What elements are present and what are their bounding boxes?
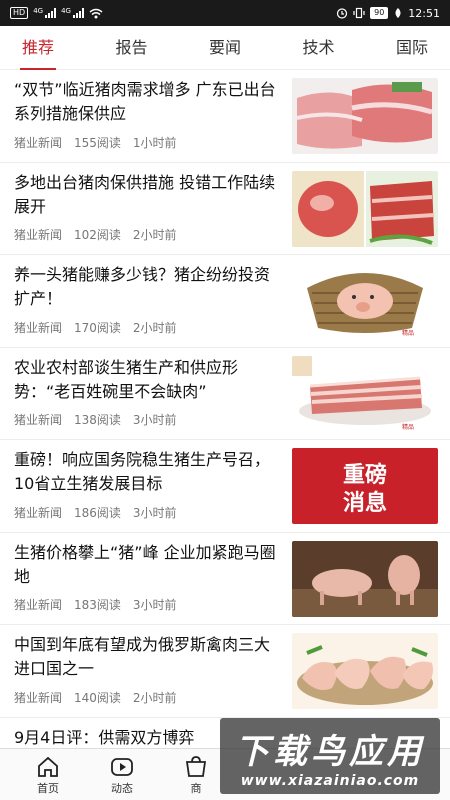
status-bar: HD 4G 4G 90 12:51 — [0, 0, 450, 26]
nav-home[interactable]: 首页 — [26, 754, 70, 796]
news-time: 2小时前 — [132, 228, 177, 242]
news-reads: 102阅读 — [74, 228, 121, 242]
vibrate-icon — [353, 7, 365, 19]
battery-level: 90 — [370, 7, 389, 19]
watermark-main: 下载鸟应用 — [235, 731, 425, 772]
shop-icon — [185, 755, 207, 777]
news-time: 3小时前 — [132, 505, 177, 520]
tab-technology[interactable]: 技术 — [302, 26, 334, 70]
news-thumbnail-pork-slabs — [292, 78, 438, 154]
alarm-icon — [337, 8, 348, 19]
news-title: 中国到年底有望成为俄罗斯禽肉三大进口国之一 — [14, 635, 271, 678]
nav-shop[interactable]: 商 — [174, 754, 218, 796]
news-source: 猪业新闻 — [14, 320, 63, 335]
news-reads: 183阅读 — [74, 598, 121, 612]
nav-home-label: 首页 — [37, 781, 59, 795]
news-reads: 155阅读 — [74, 135, 121, 150]
news-item[interactable]: 中国到年底有望成为俄罗斯禽肉三大进口国之一 猪业新闻 140阅读 2小时前 — [0, 625, 450, 718]
svg-text:精品: 精品 — [402, 423, 414, 431]
nav-shop-label: 商 — [190, 781, 202, 795]
news-item[interactable]: “双节”临近猪肉需求增多 广东已出台系列措施保供应 猪业新闻 155阅读 1小时前 — [0, 70, 450, 163]
nav-dynamics-label: 动态 — [111, 781, 133, 795]
news-reads: 138阅读 — [74, 413, 121, 427]
news-source: 猪业新闻 — [14, 505, 63, 520]
news-item[interactable]: 养一头猪能赚多少钱？猪企纷纷投资扩产！ 猪业新闻 170阅读 2小时前 精品 — [0, 255, 450, 348]
svg-text:精品: 精品 — [402, 329, 414, 337]
svg-text:重磅: 重磅 — [343, 462, 387, 488]
signal-icon — [45, 8, 57, 18]
news-time: 2小时前 — [132, 320, 177, 335]
news-thumbnail-pork-cuts — [292, 170, 438, 247]
news-item[interactable]: 生猪价格攀上“猪”峰 企业加紧跑马圈地 猪业新闻 183阅读 3小时前 — [0, 533, 450, 625]
tab-reports[interactable]: 报告 — [115, 26, 147, 70]
clock: 12:51 — [408, 6, 440, 20]
news-time: 3小时前 — [132, 413, 177, 427]
news-thumbnail-pork-belly: 精品 — [292, 355, 438, 432]
news-source: 猪业新闻 — [14, 135, 63, 150]
svg-text:消息: 消息 — [343, 490, 387, 516]
news-feed: “双节”临近猪肉需求增多 广东已出台系列措施保供应 猪业新闻 155阅读 1小时前 … — [0, 70, 450, 748]
tab-international[interactable]: 国际 — [396, 26, 428, 70]
news-title: 养一头猪能赚多少钱？猪企纷纷投资扩产！ — [14, 265, 271, 308]
news-source: 猪业新闻 — [14, 690, 63, 705]
news-thumbnail-pigs-field — [292, 540, 438, 617]
signal-icon-2 — [72, 8, 84, 18]
category-tabs: 推荐 报告 要闻 技术 国际 — [0, 26, 450, 70]
tab-recommend[interactable]: 推荐 — [19, 26, 57, 70]
news-item[interactable]: 农业农村部谈生猪生产和供应形势：“老百姓碗里不会缺肉” 猪业新闻 138阅读 3小时… — [0, 348, 450, 440]
news-item[interactable]: 多地出台猪肉保供措施 投错工作陆续展开 猪业新闻 102阅读 2小时前 — [0, 163, 450, 255]
news-thumbnail-breaking-news: 重磅 消息 — [292, 448, 438, 524]
news-source: 猪业新闻 — [14, 598, 63, 612]
news-source: 猪业新闻 — [14, 228, 63, 242]
news-item[interactable]: 重磅！响应国务院稳生猪生产号召，10省立生猪发展目标 猪业新闻 186阅读 3小时前… — [0, 440, 450, 533]
news-reads: 140阅读 — [74, 690, 121, 705]
wifi-icon — [89, 8, 103, 18]
home-icon — [38, 756, 58, 777]
news-thumbnail-chicken-legs — [292, 633, 438, 709]
watermark-overlay: 下载鸟应用 www.xiazainiao.com — [220, 718, 440, 794]
news-title: 生猪价格攀上“猪”峰 企业加紧跑马圈地 — [14, 542, 276, 586]
leaf-icon — [395, 8, 401, 18]
nav-dynamics[interactable]: 动态 — [100, 754, 144, 796]
news-title: 重磅！响应国务院稳生猪生产号召，10省立生猪发展目标 — [14, 450, 271, 493]
watermark-url: www.xiazainiao.com — [240, 772, 420, 789]
news-reads: 186阅读 — [74, 505, 121, 520]
news-reads: 170阅读 — [74, 320, 121, 335]
network-type-1: 4G — [33, 7, 44, 15]
news-time: 1小时前 — [132, 135, 177, 150]
news-thumbnail-pig-basket: 精品 — [292, 263, 438, 339]
news-source: 猪业新闻 — [14, 413, 63, 427]
news-title: 多地出台猪肉保供措施 投错工作陆续展开 — [14, 172, 276, 216]
news-time: 3小时前 — [132, 598, 177, 612]
news-time: 2小时前 — [132, 690, 177, 705]
news-title: “双节”临近猪肉需求增多 广东已出台系列措施保供应 — [14, 80, 276, 123]
tab-headlines[interactable]: 要闻 — [209, 26, 241, 70]
news-title: 农业农村部谈生猪生产和供应形势：“老百姓碗里不会缺肉” — [14, 357, 239, 401]
hd-badge: HD — [10, 7, 29, 19]
video-icon — [111, 757, 133, 776]
network-type-2: 4G — [61, 7, 71, 15]
